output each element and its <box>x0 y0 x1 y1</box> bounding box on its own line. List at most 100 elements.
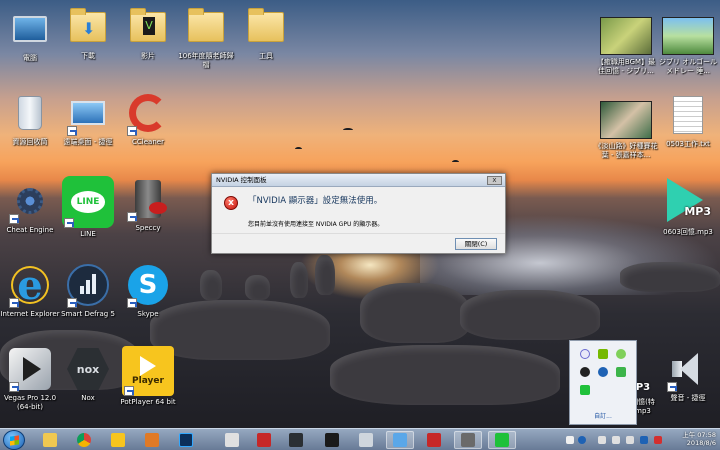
tray-icon-shield[interactable] <box>598 367 608 377</box>
taskbar-chrome[interactable] <box>70 431 98 449</box>
folder-video-icon: V <box>130 8 166 42</box>
tray-overflow-popup: 自訂... <box>569 340 637 425</box>
taskbar-photoshop[interactable] <box>172 431 200 449</box>
icon-label: Cheat Engine <box>6 226 54 234</box>
desktop-icon-folder-106[interactable]: 106年度隨老師歸檔 <box>176 4 236 70</box>
taskbar-explorer[interactable] <box>36 431 64 449</box>
desktop-icon-video3[interactable]: 《淡山路》好種賽花葉 - 張嘉祥本... <box>594 100 658 160</box>
taskbar-app-red[interactable] <box>420 431 448 449</box>
taskbar-vegas[interactable] <box>352 431 380 449</box>
taskbar-app-m[interactable] <box>138 431 166 449</box>
desktop-icon-downloads[interactable]: ⬇ 下載 <box>58 4 118 61</box>
tray-icon-line[interactable] <box>580 385 590 395</box>
tray-icon-antivirus[interactable] <box>654 436 662 444</box>
app-red-icon <box>427 433 441 447</box>
folder-icon <box>188 8 224 42</box>
rock <box>620 262 720 292</box>
desktop-icon-smart-defrag[interactable]: Smart Defrag 5 <box>58 262 118 319</box>
folder-download-icon: ⬇ <box>70 8 106 42</box>
desktop-icon-recycle-bin[interactable]: 資源回收筒 <box>0 90 60 147</box>
desktop-icon-vegas-pro[interactable]: Vegas Pro 12.0 (64-bit) <box>0 346 60 412</box>
rock <box>360 283 470 343</box>
desktop-icon-computer[interactable]: 電腦 <box>0 6 60 63</box>
icon-label: 【癒職用BGM】最佳回憶 - ジブリ... <box>596 58 656 75</box>
desktop-icon-skype[interactable]: S Skype <box>118 262 178 319</box>
dialog-sub-message: 您目前並沒有使用連接至 NVIDIA GPU 的顯示器。 <box>248 221 384 228</box>
tray-icon-network[interactable] <box>598 436 606 444</box>
feather-icon <box>257 433 271 447</box>
taskbar-app-dark[interactable] <box>318 431 346 449</box>
start-button[interactable] <box>3 430 25 450</box>
nox-icon: nox <box>67 348 109 390</box>
taskbar-remote-desktop[interactable] <box>386 431 414 449</box>
tray-icon-nvidia[interactable] <box>598 349 608 359</box>
tray-icon-camera[interactable] <box>580 367 590 377</box>
player-badge: Player <box>132 376 164 386</box>
taskbar-line[interactable] <box>488 431 516 449</box>
icon-label: Vegas Pro 12.0 (64-bit) <box>3 394 57 411</box>
icon-label: 遠端桌面 - 捷徑 <box>63 138 113 146</box>
recycle-bin-icon <box>18 96 42 130</box>
taskbar-nox[interactable] <box>282 431 310 449</box>
tray-icon-volume[interactable] <box>612 436 620 444</box>
taskbar: 上午 07:58 2018/8/6 <box>0 428 720 450</box>
desktop-icon-internet-explorer[interactable]: e Internet Explorer <box>0 262 60 319</box>
close-icon: x <box>492 176 497 184</box>
video-thumbnail-icon <box>662 17 714 55</box>
photoshop-icon <box>179 433 193 447</box>
desktop-icon-potplayer[interactable]: Player PotPlayer 64 bit <box>118 346 178 407</box>
close-button[interactable]: x <box>487 176 502 185</box>
desktop-icon-txt[interactable]: 0503工作.txt <box>656 92 720 149</box>
desktop-icon-bgm1[interactable]: 【癒職用BGM】最佳回憶 - ジブリ... <box>594 16 658 76</box>
rock <box>315 255 335 295</box>
desktop-icon-bgm2[interactable]: ジブリ オルゴールメドレー 睡... <box>656 16 720 76</box>
desktop-icon-line[interactable]: LINE LINE <box>58 176 118 239</box>
desktop-icon-videos[interactable]: V 影片 <box>118 4 178 61</box>
tray-icon-lang[interactable] <box>640 436 648 444</box>
shortcut-arrow-icon <box>64 218 74 228</box>
taskbar-fox[interactable] <box>218 431 246 449</box>
desktop-icon-tools[interactable]: 工具 <box>236 4 296 61</box>
rock <box>245 275 270 300</box>
icon-label: ジブリ オルゴールメドレー 睡... <box>658 58 718 75</box>
icon-label: 電腦 <box>23 54 37 62</box>
shortcut-arrow-icon <box>127 298 137 308</box>
icon-label: LINE <box>80 230 96 238</box>
desktop-icon-volume[interactable]: 聲音 - 捷徑 <box>656 346 720 403</box>
desktop-icon-speccy[interactable]: Speccy <box>118 176 178 233</box>
error-glyph: x <box>228 198 234 208</box>
rock <box>330 345 560 405</box>
tray-icon-app[interactable] <box>626 436 634 444</box>
tray-icon-kbd[interactable] <box>566 436 574 444</box>
shortcut-arrow-icon <box>124 386 134 396</box>
rock <box>200 270 222 300</box>
shortcut-arrow-icon <box>127 126 137 136</box>
shortcut-arrow-icon <box>9 298 19 308</box>
tray-icon-wifi[interactable] <box>616 367 626 377</box>
desktop-icon-nox[interactable]: nox Nox <box>58 346 118 403</box>
close-dialog-button[interactable]: 關閉(C) <box>455 238 497 250</box>
customize-link[interactable]: 自訂... <box>570 411 636 420</box>
desktop-icon-ccleaner[interactable]: CCleaner <box>118 90 178 147</box>
mp3-file-icon: MP3 <box>663 176 713 226</box>
desktop-icon-mp3[interactable]: MP3 0603回憶.mp3 <box>656 176 720 237</box>
nox-badge: nox <box>76 362 100 376</box>
tray-icon-chat[interactable] <box>616 349 626 359</box>
desktop-icon-cheat-engine[interactable]: Cheat Engine <box>0 178 60 235</box>
taskbar-potplayer[interactable] <box>104 431 132 449</box>
tray-icon-search[interactable] <box>580 349 590 359</box>
taskbar-clock[interactable]: 上午 07:58 2018/8/6 <box>680 431 716 447</box>
speccy-icon <box>461 433 475 447</box>
app-m-icon <box>145 433 159 447</box>
rock <box>460 290 600 340</box>
folder-icon <box>43 433 57 447</box>
taskbar-speccy[interactable] <box>454 431 482 449</box>
bird <box>452 160 459 164</box>
speccy-icon <box>135 180 167 218</box>
taskbar-feather[interactable] <box>250 431 278 449</box>
desktop-icon-remote-desktop[interactable]: 遠端桌面 - 捷徑 <box>58 90 118 147</box>
error-icon: x <box>224 196 238 210</box>
nox-icon <box>289 433 303 447</box>
dialog-title-bar[interactable]: NVIDIA 控制面板 x <box>212 174 505 187</box>
tray-icon-help[interactable] <box>578 436 586 444</box>
